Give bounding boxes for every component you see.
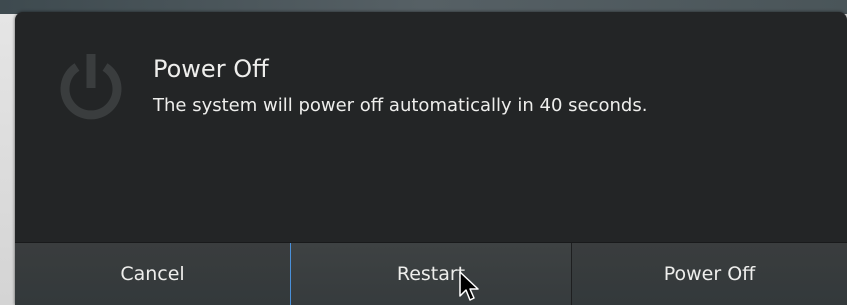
- power-off-button[interactable]: Power Off: [572, 243, 847, 305]
- dialog-message: The system will power off automatically …: [153, 95, 648, 116]
- cancel-button-label: Cancel: [120, 263, 185, 285]
- cancel-button[interactable]: Cancel: [15, 243, 291, 305]
- power-off-button-label: Power Off: [663, 263, 756, 285]
- restart-button-label: Restart: [396, 263, 466, 285]
- dialog-title: Power Off: [153, 55, 269, 83]
- dialog-button-bar: Cancel Restart Power Off: [15, 242, 847, 305]
- power-icon: [60, 54, 122, 120]
- restart-button[interactable]: Restart: [291, 243, 572, 305]
- power-off-dialog: Power Off The system will power off auto…: [15, 12, 847, 305]
